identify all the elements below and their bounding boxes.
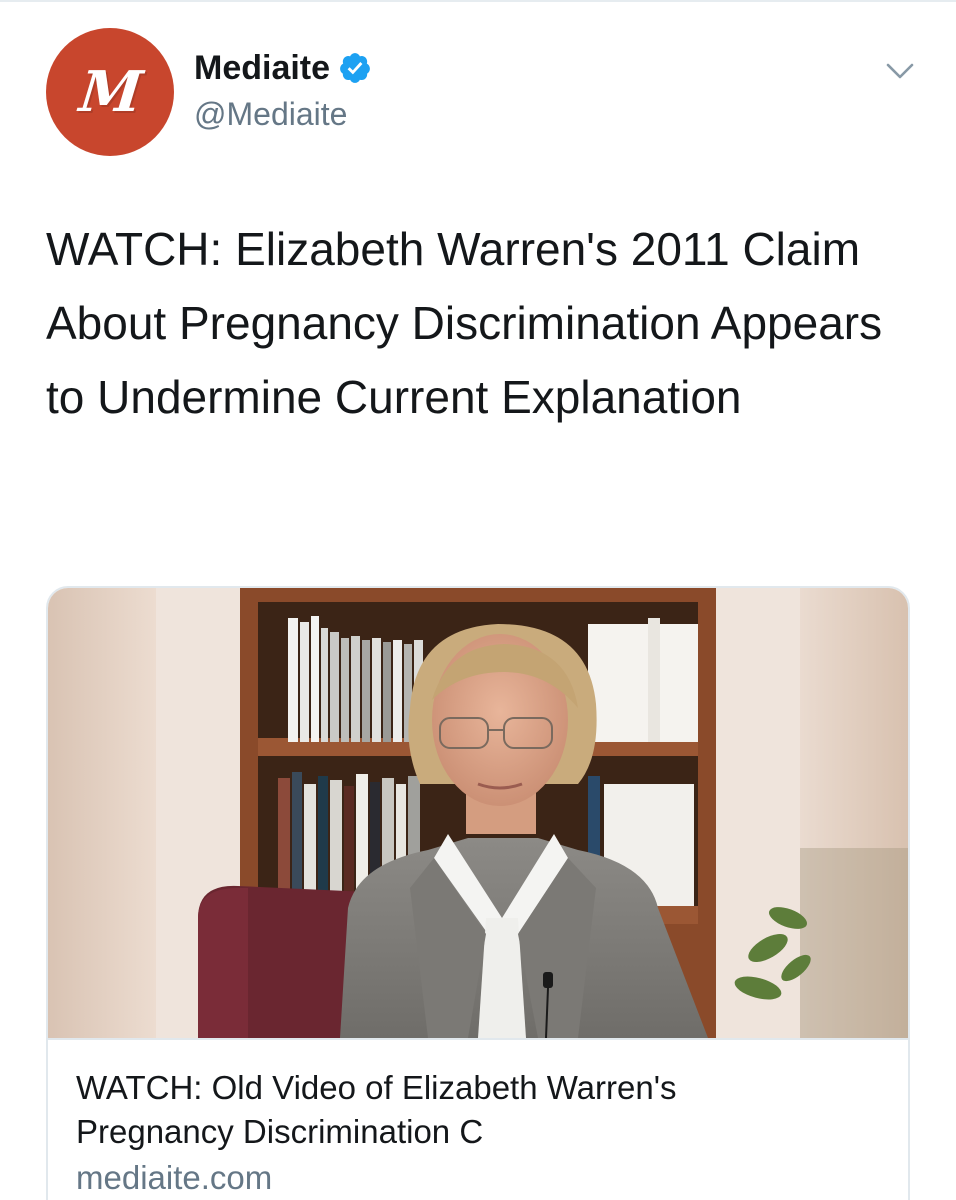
card-video-thumbnail[interactable]	[48, 588, 908, 1038]
link-card[interactable]: WATCH: Old Video of Elizabeth Warren's P…	[46, 586, 910, 1200]
video-still-image	[48, 588, 908, 1038]
card-title-line-2: Pregnancy Discrimination C	[76, 1113, 484, 1150]
verified-badge-icon	[340, 53, 370, 83]
card-title-line-1: WATCH: Old Video of Elizabeth Warren's	[76, 1069, 677, 1106]
avatar[interactable]: M	[46, 28, 174, 156]
top-divider	[0, 0, 956, 2]
account-name-row[interactable]: Mediaite	[194, 46, 372, 90]
display-name[interactable]: Mediaite	[194, 46, 330, 90]
tweet-text: WATCH: Elizabeth Warren's 2011 Claim Abo…	[46, 223, 883, 423]
card-domain: mediaite.com	[76, 1159, 273, 1196]
card-text-area[interactable]: WATCH: Old Video of Elizabeth Warren's P…	[48, 1038, 908, 1200]
account-handle[interactable]: @Mediaite	[194, 94, 347, 134]
avatar-logo-letter: M	[76, 59, 144, 125]
chevron-down-icon[interactable]	[883, 58, 917, 84]
tweet: M Mediaite @Mediaite WATCH: Elizabeth Wa…	[0, 0, 956, 1200]
